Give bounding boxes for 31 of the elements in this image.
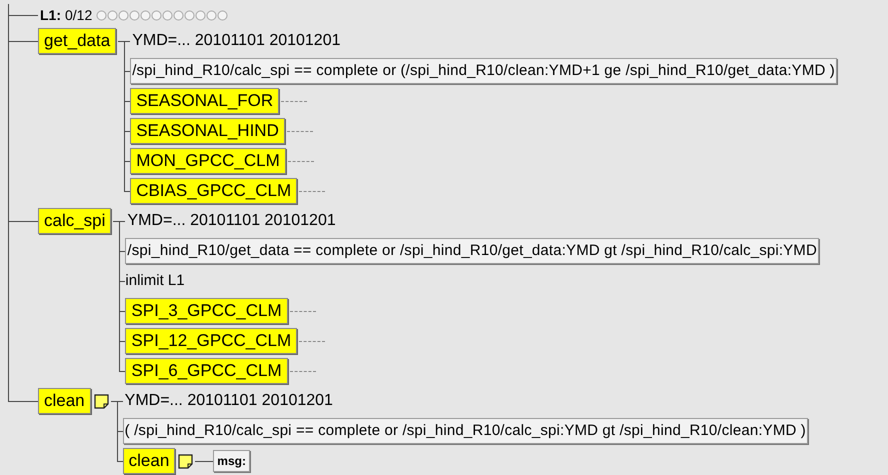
inlimit-text: inlimit L1	[125, 270, 185, 291]
trailing-dash-line	[286, 131, 313, 132]
task-node[interactable]: SEASONAL_FOR	[130, 88, 280, 114]
task-node[interactable]: SPI_3_GPCC_CLM	[125, 298, 288, 324]
variable-text: YMD=... 20101101 20101201	[124, 391, 333, 411]
task-node[interactable]: SPI_12_GPCC_CLM	[125, 328, 298, 354]
trailing-dash-line	[288, 161, 314, 162]
trailing-dash-line	[299, 341, 326, 342]
task-node[interactable]: calc_spi	[38, 208, 112, 234]
task-node[interactable]: MON_GPCC_CLM	[130, 148, 286, 174]
trigger-expression: ( /spi_hind_R10/calc_spi == complete or /spi_hind_R10/calc_spi:YMD gt /spi_hind_R10/clean:YMD )	[122, 418, 808, 444]
task-node[interactable]: SEASONAL_HIND	[130, 118, 285, 144]
task-node[interactable]: get_data	[38, 28, 116, 54]
task-node[interactable]: SPI_6_GPCC_CLM	[125, 358, 288, 384]
variable-text: YMD=... 20101101 20101201	[126, 211, 336, 231]
trailing-dash-line	[290, 371, 316, 372]
trigger-expression: /spi_hind_R10/calc_spi == complete or (/spi_hind_R10/clean:YMD+1 ge /spi_hind_R10/get_data:YMD )	[130, 58, 837, 84]
task-node[interactable]: CBIAS_GPCC_CLM	[130, 178, 298, 204]
limit-name: L1:	[40, 6, 61, 24]
trailing-dash-line	[290, 311, 316, 312]
trailing-dash-line	[281, 101, 308, 102]
trailing-dash-line	[299, 191, 326, 192]
task-node[interactable]: clean	[122, 448, 176, 474]
note-icon	[178, 454, 194, 468]
variable-text: YMD=... 20101101 20101201	[131, 31, 340, 51]
message-label: msg:	[213, 450, 250, 472]
note-icon	[94, 394, 109, 408]
limit-slots-icon	[96, 10, 228, 20]
limit-value: 0/12	[65, 6, 92, 24]
task-node[interactable]: clean	[38, 388, 91, 414]
trigger-expression: /spi_hind_R10/get_data == complete or /spi_hind_R10/get_data:YMD gt /spi_hind_R10/calc_spi:YMD	[125, 238, 819, 264]
